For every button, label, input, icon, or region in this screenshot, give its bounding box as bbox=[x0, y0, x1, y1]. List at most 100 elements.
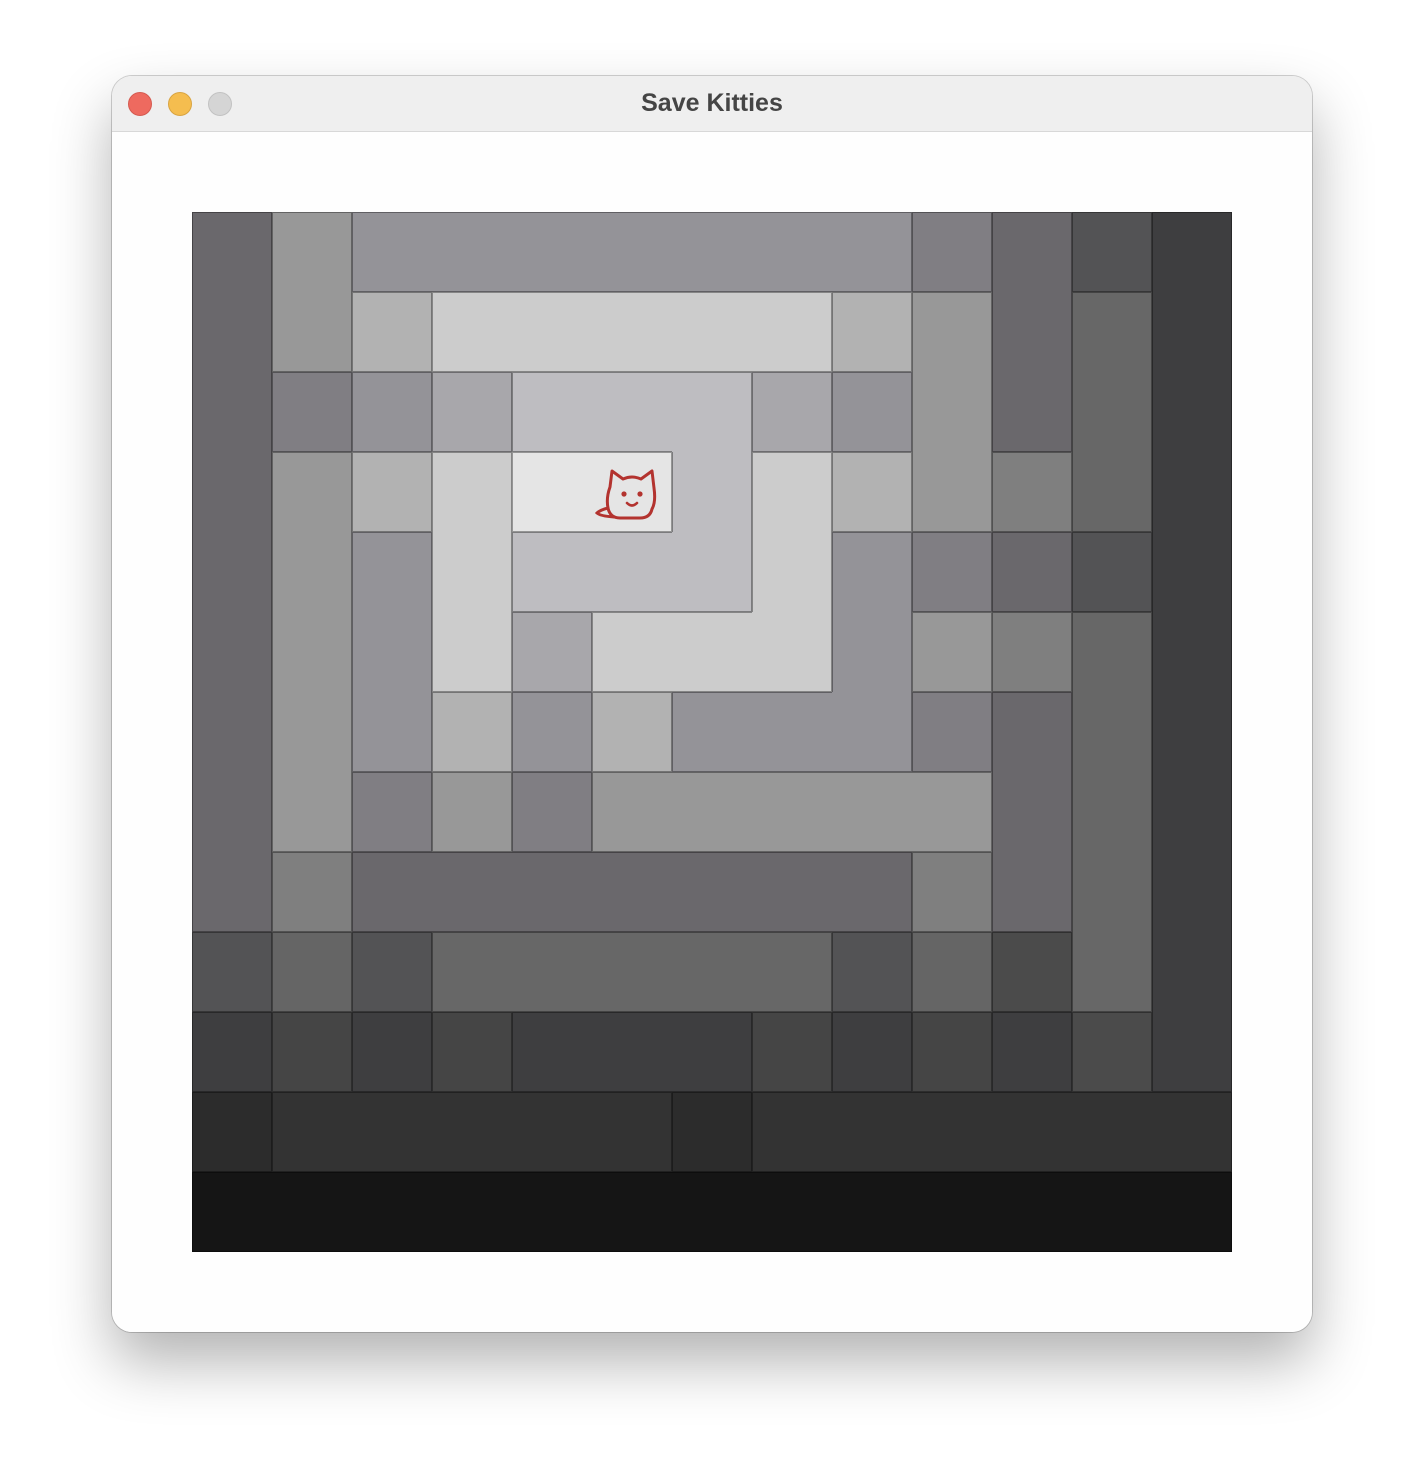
board-tile[interactable] bbox=[1072, 1092, 1152, 1172]
board-tile[interactable] bbox=[832, 212, 912, 292]
board-tile[interactable] bbox=[832, 292, 912, 372]
board-tile[interactable] bbox=[592, 292, 672, 372]
board-tile[interactable] bbox=[832, 932, 912, 1012]
board-tile[interactable] bbox=[832, 852, 912, 932]
board-tile[interactable] bbox=[512, 692, 592, 772]
board-tile[interactable] bbox=[512, 1172, 592, 1252]
board-tile[interactable] bbox=[912, 1092, 992, 1172]
board-tile[interactable] bbox=[352, 1172, 432, 1252]
board-tile[interactable] bbox=[192, 1172, 272, 1252]
board-tile[interactable] bbox=[672, 1012, 752, 1092]
board-tile[interactable] bbox=[672, 292, 752, 372]
board-tile[interactable] bbox=[432, 852, 512, 932]
board-tile[interactable] bbox=[672, 852, 752, 932]
board-tile[interactable] bbox=[272, 612, 352, 692]
board-tile[interactable] bbox=[672, 532, 752, 612]
board-tile[interactable] bbox=[512, 212, 592, 292]
board-tile[interactable] bbox=[192, 372, 272, 452]
board-tile[interactable] bbox=[752, 612, 832, 692]
board-tile[interactable] bbox=[912, 292, 992, 372]
board-tile[interactable] bbox=[1072, 612, 1152, 692]
board-tile[interactable] bbox=[992, 852, 1072, 932]
board-tile[interactable] bbox=[752, 1172, 832, 1252]
board-tile[interactable] bbox=[1072, 372, 1152, 452]
board-tile[interactable] bbox=[992, 772, 1072, 852]
board-tile[interactable] bbox=[1072, 532, 1152, 612]
board-tile[interactable] bbox=[1072, 1172, 1152, 1252]
board-tile[interactable] bbox=[1152, 692, 1232, 772]
board-tile[interactable] bbox=[672, 452, 752, 532]
board-tile[interactable] bbox=[992, 1092, 1072, 1172]
board-tile[interactable] bbox=[272, 1092, 352, 1172]
board-tile[interactable] bbox=[1152, 292, 1232, 372]
board-tile[interactable] bbox=[992, 212, 1072, 292]
board-tile[interactable] bbox=[432, 692, 512, 772]
board-tile[interactable] bbox=[272, 1172, 352, 1252]
board-tile[interactable] bbox=[592, 1092, 672, 1172]
board-tile[interactable] bbox=[432, 1092, 512, 1172]
board-tile[interactable] bbox=[672, 612, 752, 692]
board-tile[interactable] bbox=[512, 292, 592, 372]
board-tile[interactable] bbox=[672, 692, 752, 772]
board-tile[interactable] bbox=[352, 692, 432, 772]
board-tile[interactable] bbox=[752, 372, 832, 452]
board-tile[interactable] bbox=[1072, 772, 1152, 852]
board-tile[interactable] bbox=[1152, 852, 1232, 932]
board-tile[interactable] bbox=[992, 372, 1072, 452]
board-tile[interactable] bbox=[272, 1012, 352, 1092]
board-tile[interactable] bbox=[1072, 212, 1152, 292]
board-tile[interactable] bbox=[592, 1172, 672, 1252]
game-board[interactable] bbox=[192, 212, 1232, 1252]
board-tile[interactable] bbox=[912, 452, 992, 532]
board-tile[interactable] bbox=[752, 1092, 832, 1172]
board-tile[interactable] bbox=[352, 532, 432, 612]
board-tile[interactable] bbox=[352, 372, 432, 452]
board-tile[interactable] bbox=[752, 452, 832, 532]
board-tile[interactable] bbox=[192, 612, 272, 692]
board-tile[interactable] bbox=[752, 292, 832, 372]
board-tile[interactable] bbox=[272, 532, 352, 612]
board-tile[interactable] bbox=[432, 292, 512, 372]
board-tile[interactable] bbox=[272, 692, 352, 772]
board-tile[interactable] bbox=[272, 932, 352, 1012]
title-bar[interactable]: Save Kitties bbox=[112, 76, 1312, 132]
board-tile[interactable] bbox=[752, 1012, 832, 1092]
board-tile[interactable] bbox=[592, 692, 672, 772]
board-tile[interactable] bbox=[512, 772, 592, 852]
board-tile[interactable] bbox=[1152, 1172, 1232, 1252]
board-tile[interactable] bbox=[672, 1092, 752, 1172]
board-tile[interactable] bbox=[592, 212, 672, 292]
board-tile[interactable] bbox=[752, 212, 832, 292]
board-tile[interactable] bbox=[512, 852, 592, 932]
board-tile[interactable] bbox=[592, 612, 672, 692]
board-tile[interactable] bbox=[432, 772, 512, 852]
board-tile[interactable] bbox=[992, 1172, 1072, 1252]
board-tile[interactable] bbox=[592, 852, 672, 932]
board-tile[interactable] bbox=[352, 932, 432, 1012]
board-tile[interactable] bbox=[752, 772, 832, 852]
board-tile[interactable] bbox=[352, 612, 432, 692]
board-tile[interactable] bbox=[512, 932, 592, 1012]
board-tile[interactable] bbox=[672, 372, 752, 452]
board-tile[interactable] bbox=[1152, 932, 1232, 1012]
board-tile[interactable] bbox=[192, 292, 272, 372]
board-tile[interactable] bbox=[512, 1012, 592, 1092]
board-tile[interactable] bbox=[432, 1012, 512, 1092]
board-tile[interactable] bbox=[752, 532, 832, 612]
board-tile[interactable] bbox=[352, 1012, 432, 1092]
board-tile[interactable] bbox=[1072, 292, 1152, 372]
board-tile[interactable] bbox=[352, 772, 432, 852]
board-tile[interactable] bbox=[832, 1092, 912, 1172]
board-tile[interactable] bbox=[192, 1092, 272, 1172]
board-tile[interactable] bbox=[992, 932, 1072, 1012]
board-tile[interactable] bbox=[672, 932, 752, 1012]
board-tile[interactable] bbox=[192, 772, 272, 852]
board-tile[interactable] bbox=[352, 292, 432, 372]
board-tile[interactable] bbox=[592, 532, 672, 612]
board-tile[interactable] bbox=[1152, 612, 1232, 692]
board-tile[interactable] bbox=[832, 692, 912, 772]
board-tile[interactable] bbox=[832, 452, 912, 532]
board-tile[interactable] bbox=[192, 452, 272, 532]
board-tile[interactable] bbox=[992, 292, 1072, 372]
board-tile[interactable] bbox=[512, 532, 592, 612]
